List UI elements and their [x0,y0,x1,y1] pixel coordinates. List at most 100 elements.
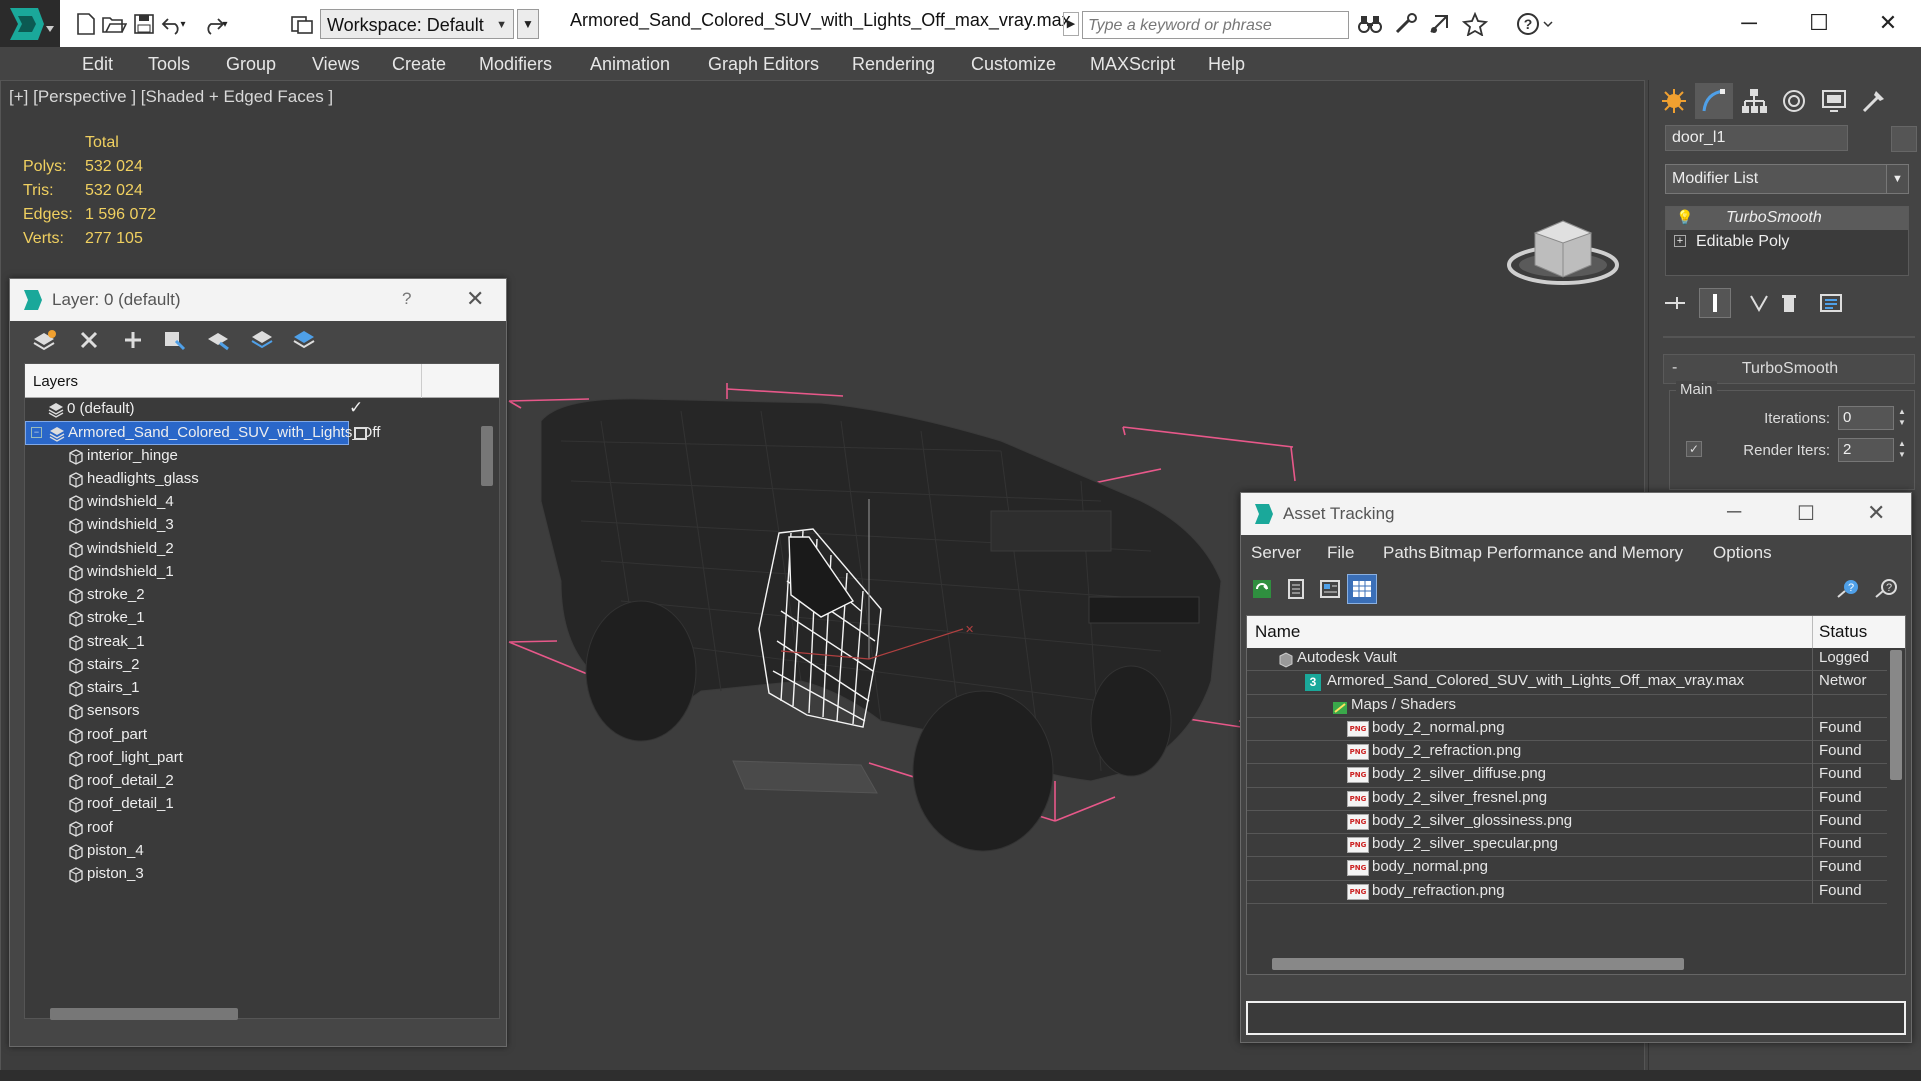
asset-row[interactable]: PNG body_2_silver_glossiness.png Found [1247,810,1887,834]
display-tab-icon[interactable] [1815,83,1853,119]
layer-list-header[interactable]: Layers [25,364,499,398]
layer-object-row[interactable]: piston_4 [25,840,477,863]
menu-views[interactable]: Views [312,54,360,75]
layer-object-row[interactable]: roof [25,817,477,840]
scroll-thumb[interactable] [1890,650,1902,780]
modifier-list-dropdown[interactable]: Modifier List ▼ [1665,164,1909,194]
layer-object-row[interactable]: roof_light_part [25,747,477,770]
scroll-thumb[interactable] [1272,958,1684,970]
layer-object-row[interactable]: interior_hinge [25,445,477,468]
layer-object-row[interactable]: sensors [25,700,477,723]
help-icon[interactable]: ? [1871,574,1901,604]
pin-stack-icon[interactable] [1659,288,1691,318]
layer-object-row[interactable]: windshield_4 [25,491,477,514]
redo-dropdown-icon[interactable]: ▾ [218,10,232,38]
layer-object-row[interactable]: roof_detail_1 [25,793,477,816]
asset-vertical-scrollbar[interactable] [1887,648,1905,974]
layer-object-row[interactable]: roof_part [25,724,477,747]
key-tools-icon[interactable] [1392,10,1420,38]
motion-tab-icon[interactable] [1775,83,1813,119]
asset-row[interactable]: Autodesk Vault Logged [1247,648,1887,672]
save-file-icon[interactable] [130,10,158,38]
project-folder-icon[interactable] [288,10,316,38]
asset-row[interactable]: PNG body_2_refraction.png Found [1247,741,1887,765]
workspace-dropdown[interactable]: Workspace: Default ▼ [320,9,514,39]
favorites-star-icon[interactable] [1461,10,1489,38]
utilities-tab-icon[interactable] [1855,83,1893,119]
binoculars-icon[interactable] [1356,10,1384,38]
menu-tools[interactable]: Tools [148,54,190,75]
hierarchy-tab-icon[interactable] [1735,83,1773,119]
name-column-header[interactable]: Name [1255,622,1300,642]
refresh-icon[interactable] [1247,574,1277,604]
asset-row[interactable]: PNG body_refraction.png Found [1247,880,1887,904]
asset-row[interactable]: PNG body_normal.png Found [1247,857,1887,881]
menu-group[interactable]: Group [226,54,276,75]
list-view-icon[interactable] [1281,574,1311,604]
maximize-button[interactable]: ☐ [1799,8,1839,38]
select-in-layer-icon[interactable] [160,326,190,354]
freeze-all-layers-icon[interactable] [290,326,320,354]
render-iters-checkbox[interactable]: ✓ [1686,441,1702,457]
scroll-thumb[interactable] [481,426,493,486]
layer-object-row[interactable]: piston_3 [25,863,477,886]
asset-menu-options[interactable]: Options [1713,543,1772,563]
thumbnail-view-icon[interactable] [1315,574,1345,604]
asset-menu-file[interactable]: File [1327,543,1354,563]
layer-object-row[interactable]: windshield_2 [25,538,477,561]
close-icon[interactable]: ✕ [466,286,484,312]
viewcube-icon[interactable] [1507,211,1627,301]
workspace-menu-button[interactable]: ▼ [517,9,539,39]
layer-object-row[interactable]: stairs_1 [25,677,477,700]
asset-status-field[interactable] [1246,1001,1906,1035]
grid-view-icon[interactable] [1347,574,1377,604]
asset-menu-bitmap-performance[interactable]: Bitmap Performance and Memory [1429,543,1683,563]
asset-row[interactable]: 3 Armored_Sand_Colored_SUV_with_Lights_Of… [1247,671,1887,695]
open-file-icon[interactable] [100,10,128,38]
object-color-swatch[interactable] [1891,126,1917,152]
turbosmooth-rollout-header[interactable]: - TurboSmooth [1663,354,1915,384]
layer-object-row[interactable]: roof_detail_2 [25,770,477,793]
object-name-field[interactable]: door_l1 [1665,125,1848,151]
undo-dropdown-icon[interactable]: ▾ [176,10,190,38]
layer-vertical-scrollbar[interactable] [477,398,499,1018]
layer-row[interactable]: 0 (default) ✓ [25,398,477,421]
asset-row[interactable]: PNG body_2_silver_specular.png Found [1247,834,1887,858]
asset-menu-server[interactable]: Server [1251,543,1301,563]
asset-row[interactable]: PNG body_2_silver_fresnel.png Found [1247,787,1887,811]
help-icon[interactable]: ? [402,289,411,309]
spinner-arrows-icon[interactable]: ▲ ▼ [1896,406,1908,430]
layer-window-titlebar[interactable]: Layer: 0 (default) ? ✕ [10,279,506,321]
lightbulb-icon[interactable]: 💡 [1676,209,1693,226]
asset-menu-paths[interactable]: Paths [1383,543,1426,563]
menu-animation[interactable]: Animation [590,54,670,75]
asset-window-titlebar[interactable]: Asset Tracking ─ ☐ ✕ [1241,493,1911,535]
asset-horizontal-scrollbar[interactable] [1247,954,1887,974]
add-to-layer-icon[interactable] [118,326,148,354]
new-file-icon[interactable] [72,10,100,38]
asset-row[interactable]: PNG body_2_silver_diffuse.png Found [1247,764,1887,788]
stack-item-editable-poly[interactable]: + Editable Poly [1666,231,1908,254]
configure-sets-icon[interactable] [1815,288,1847,318]
menu-edit[interactable]: Edit [82,54,113,75]
app-menu-button[interactable] [0,0,60,47]
menu-maxscript[interactable]: MAXScript [1090,54,1175,75]
make-unique-icon[interactable] [1743,288,1775,318]
menu-graph-editors[interactable]: Graph Editors [708,54,819,75]
create-tab-icon[interactable] [1655,83,1693,119]
close-icon[interactable]: ✕ [1867,500,1885,526]
minimize-button[interactable]: ─ [1727,501,1741,524]
current-layer-check-icon[interactable]: ✓ [349,398,363,418]
maximize-button[interactable]: ☐ [1797,501,1815,526]
sign-in-icon[interactable] [1426,10,1454,38]
remove-modifier-icon[interactable] [1773,288,1805,318]
search-expand-icon[interactable]: ▶ [1063,12,1079,36]
spinner-arrows-icon[interactable]: ▲ ▼ [1896,438,1908,462]
layer-object-row[interactable]: windshield_1 [25,561,477,584]
layer-horizontal-scrollbar[interactable] [24,1003,500,1025]
hide-all-layers-icon[interactable] [248,326,278,354]
layer-object-row[interactable]: stroke_2 [25,584,477,607]
scroll-thumb[interactable] [50,1008,238,1020]
show-end-result-icon[interactable] [1699,288,1731,318]
set-current-layer-icon[interactable] [354,427,367,441]
